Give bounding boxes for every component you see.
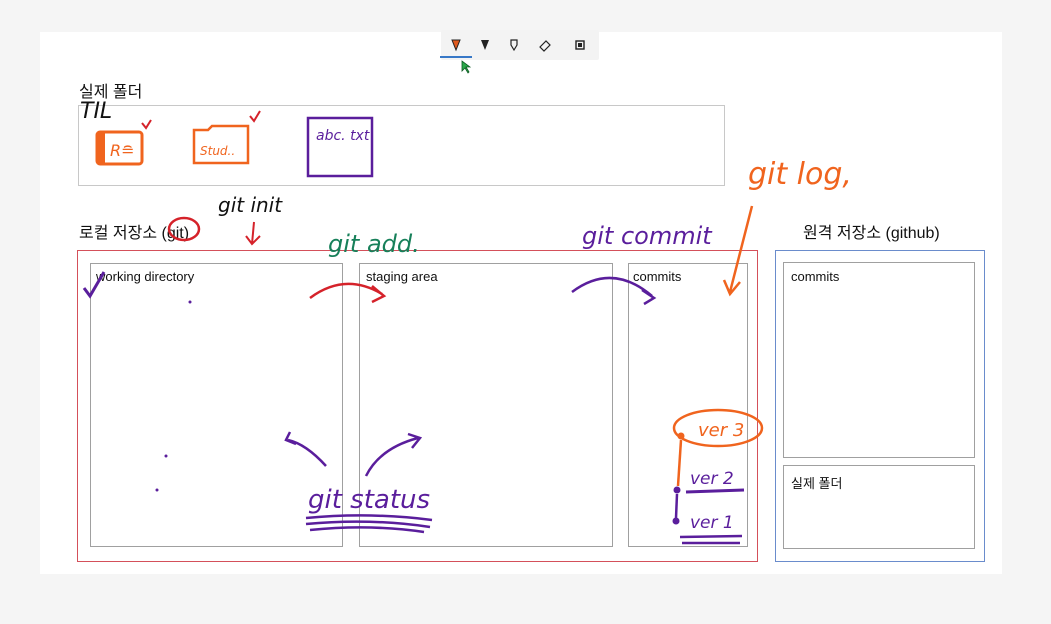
- staging-area-box: [359, 263, 613, 547]
- staging-area-label: staging area: [366, 269, 438, 284]
- pen-black-icon[interactable]: [474, 35, 496, 55]
- real-folder-title: 실제 폴더: [79, 84, 143, 101]
- pen-red-icon[interactable]: [445, 35, 467, 55]
- commits-box: [628, 263, 748, 547]
- real-folder-box: [78, 105, 725, 186]
- remote-commits-box: [783, 262, 975, 458]
- highlighter-icon[interactable]: [503, 35, 525, 55]
- local-repo-title: 로컬 저장소 (git): [79, 225, 190, 242]
- eraser-icon[interactable]: [534, 35, 556, 55]
- working-directory-box: [90, 263, 343, 547]
- lasso-icon[interactable]: [569, 35, 591, 55]
- remote-repo-title: 원격 저장소 (github): [803, 225, 940, 242]
- working-directory-label: working directory: [96, 269, 195, 284]
- mouse-cursor-icon: [461, 60, 471, 74]
- active-tool-indicator: [440, 56, 472, 58]
- remote-commits-label: commits: [791, 269, 840, 284]
- commits-label: commits: [633, 269, 682, 284]
- remote-real-folder-label: 실제 폴더: [791, 476, 843, 491]
